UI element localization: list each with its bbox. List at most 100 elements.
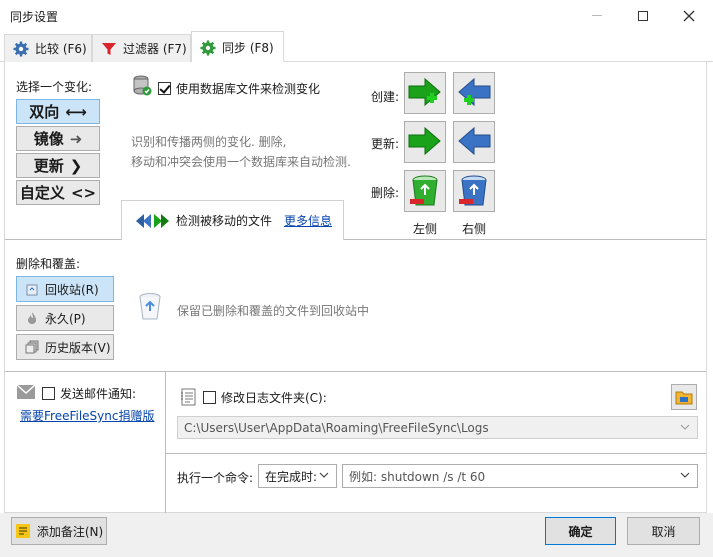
log-file-icon — [181, 388, 196, 406]
create-right-button[interactable] — [453, 72, 495, 114]
chevron-down-icon — [680, 472, 690, 478]
command-trigger-select[interactable]: 在完成时: — [258, 464, 337, 488]
add-note-button[interactable]: 添加备注(N) — [11, 517, 107, 545]
update-right-button[interactable] — [453, 121, 495, 163]
database-description: 识别和传播两侧的变化. 删除, 移动和冲突会使用一个数据库来自动检测. — [131, 132, 351, 172]
delete-left-button[interactable] — [404, 170, 446, 212]
tab-compare[interactable]: 比较 (F6) — [4, 34, 92, 62]
title-bar: 同步设置 — [0, 0, 713, 31]
right-arrow-icon: ➜ — [69, 129, 83, 148]
tab-filter[interactable]: 过滤器 (F7) — [92, 34, 191, 62]
detect-moved-arrows-icon — [136, 213, 169, 228]
chevron-down-icon — [680, 424, 690, 430]
versioning-option[interactable]: 历史版本(V) — [16, 334, 114, 360]
email-checkbox-row[interactable]: 发送邮件通知: — [42, 385, 136, 402]
tab-strip: 比较 (F6) 过滤器 (F7) 同步 (F8) — [0, 31, 713, 63]
minimize-button[interactable] — [574, 0, 620, 31]
variant-two-way-button[interactable]: 双向 ⟷ — [16, 99, 100, 124]
tab-sync[interactable]: 同步 (F8) — [191, 31, 284, 63]
database-description-line2: 移动和冲突会使用一个数据库来自动检测. — [131, 155, 351, 169]
log-folder-checkbox-label: 修改日志文件夹(C): — [221, 391, 327, 405]
variant-two-way-label: 双向 — [29, 103, 60, 121]
versions-icon — [25, 340, 39, 354]
recycle-bin-option[interactable]: 回收站(R) — [16, 276, 114, 302]
close-button[interactable] — [666, 0, 712, 31]
gear-icon — [13, 41, 29, 56]
detect-moved-label: 检测被移动的文件 — [176, 214, 273, 228]
database-checkbox[interactable] — [158, 82, 171, 95]
minimize-icon — [592, 15, 602, 16]
browse-folder-button[interactable] — [671, 384, 697, 410]
email-checkbox-label: 发送邮件通知: — [60, 387, 137, 401]
database-checkbox-row[interactable]: 使用数据库文件来检测变化 — [158, 80, 320, 97]
database-checkbox-label: 使用数据库文件来检测变化 — [176, 82, 321, 96]
create-left-arrow-icon — [458, 77, 491, 107]
detect-moved-box: 检测被移动的文件 更多信息 — [121, 200, 344, 240]
update-right-arrow-icon — [408, 126, 441, 156]
custom-brackets-icon: <> — [70, 183, 97, 202]
cancel-button[interactable]: 取消 — [627, 517, 700, 545]
variant-update-button[interactable]: 更新 ❯ — [16, 153, 100, 178]
dialog-footer: 添加备注(N) 确定 取消 — [0, 513, 713, 557]
tab-sync-label: 同步 (F8) — [222, 41, 274, 55]
command-trigger-value: 在完成时: — [265, 469, 318, 484]
variant-mirror-button[interactable]: 镜像 ➜ — [16, 126, 100, 151]
filter-icon — [102, 42, 116, 55]
permanent-option[interactable]: 永久(P) — [16, 305, 114, 331]
window-title: 同步设置 — [10, 10, 59, 24]
close-icon — [683, 10, 695, 21]
variant-custom-label: 自定义 — [19, 184, 65, 202]
gear-icon — [200, 40, 216, 55]
create-right-arrow-icon — [408, 77, 441, 107]
log-folder-checkbox[interactable] — [203, 391, 216, 404]
green-recycle-bin-icon — [410, 175, 438, 206]
command-input[interactable]: 例如: shutdown /s /t 60 — [342, 464, 698, 488]
right-side-label: 右侧 — [462, 222, 487, 236]
tab-compare-label: 比较 (F6) — [35, 42, 87, 56]
command-placeholder: 例如: shutdown /s /t 60 — [349, 469, 486, 484]
versioning-label: 历史版本(V) — [45, 340, 111, 355]
permanent-label: 永久(P) — [45, 311, 86, 326]
delete-right-button[interactable] — [453, 170, 495, 212]
more-info-link[interactable]: 更多信息 — [284, 212, 332, 229]
create-left-button[interactable] — [404, 72, 446, 114]
variant-section: 选择一个变化: 双向 ⟷ 镜像 ➜ 更新 ❯ 自定义 <> 使用数据库文件来检测… — [5, 62, 706, 240]
variant-mirror-label: 镜像 — [33, 130, 64, 148]
add-note-label: 添加备注(N) — [36, 524, 104, 539]
blue-recycle-bin-icon — [459, 175, 487, 206]
cancel-label: 取消 — [651, 524, 676, 539]
email-checkbox[interactable] — [42, 387, 55, 400]
deletion-section: 删除和覆盖: 回收站(R) 永久(P) 历史版本(V) 保留已删除和覆盖的文件到… — [5, 240, 706, 372]
chevron-right-icon: ❯ — [69, 156, 83, 175]
command-label: 执行一个命令: — [177, 471, 254, 485]
deletion-section-label: 删除和覆盖: — [16, 257, 81, 271]
ok-button[interactable]: 确定 — [545, 517, 616, 545]
variant-update-label: 更新 — [33, 157, 64, 175]
horizontal-divider — [165, 453, 706, 454]
database-icon — [133, 75, 152, 96]
options-section: 发送邮件通知: 需要FreeFileSync捐赠版 修改日志文件夹(C): C:… — [5, 372, 706, 513]
folder-icon — [675, 391, 693, 405]
update-left-button[interactable] — [404, 121, 446, 163]
log-folder-checkbox-row[interactable]: 修改日志文件夹(C): — [203, 389, 327, 406]
variant-section-label: 选择一个变化: — [16, 80, 93, 94]
vertical-divider — [165, 372, 166, 513]
note-icon — [15, 524, 30, 538]
chevron-down-icon — [319, 472, 329, 478]
log-folder-path-field: C:\Users\User\AppData\Roaming\FreeFileSy… — [177, 416, 698, 439]
fire-icon — [28, 312, 36, 324]
recycle-bin-label: 回收站(R) — [45, 282, 99, 297]
two-way-arrow-icon: ⟷ — [65, 102, 87, 121]
variant-custom-button[interactable]: 自定义 <> — [16, 180, 100, 205]
maximize-button[interactable] — [620, 0, 666, 31]
recycle-bin-large-icon — [139, 293, 161, 320]
update-label: 更新: — [371, 137, 400, 151]
delete-label: 删除: — [371, 186, 400, 200]
donation-edition-link[interactable]: 需要FreeFileSync捐赠版 — [20, 407, 154, 424]
tab-filter-label: 过滤器 (F7) — [123, 42, 187, 56]
ok-label: 确定 — [568, 524, 593, 539]
update-left-arrow-icon — [458, 126, 491, 156]
sync-settings-panel: 选择一个变化: 双向 ⟷ 镜像 ➜ 更新 ❯ 自定义 <> 使用数据库文件来检测… — [4, 62, 707, 513]
maximize-icon — [638, 10, 648, 21]
recycle-bin-icon — [26, 284, 38, 296]
